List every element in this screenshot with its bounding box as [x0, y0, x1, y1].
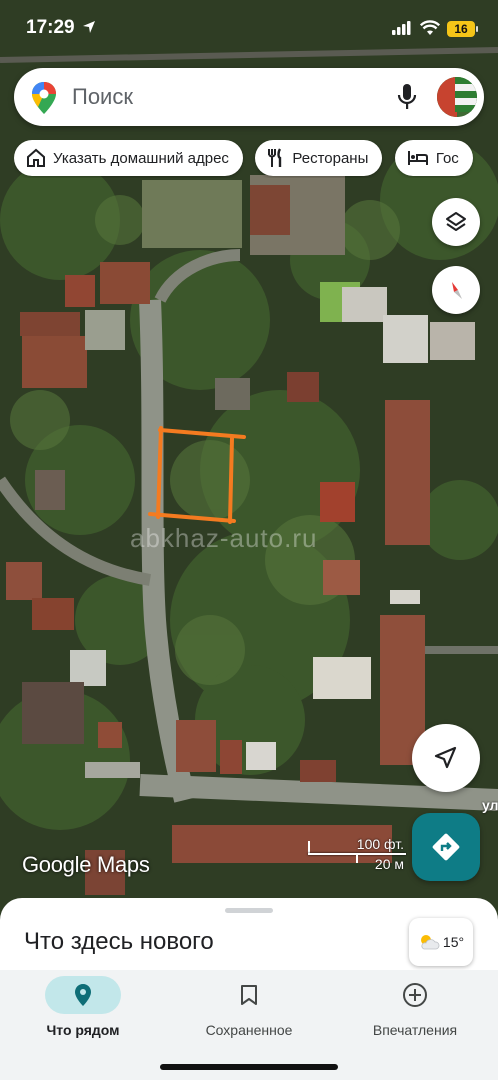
bed-icon	[407, 151, 428, 165]
nav-contribute[interactable]: Впечатления	[332, 970, 498, 1050]
chip-label: Гос	[435, 149, 459, 167]
nav-saved[interactable]: Сохраненное	[166, 970, 332, 1050]
directions-icon	[432, 833, 460, 861]
home-indicator[interactable]	[160, 1064, 338, 1070]
home-icon	[27, 148, 45, 167]
search-bar[interactable]: Поиск	[14, 68, 484, 126]
nav-label: Впечатления	[372, 1022, 458, 1038]
nav-label: Сохраненное	[205, 1022, 293, 1038]
sheet-handle[interactable]	[225, 908, 273, 913]
wifi-icon	[419, 20, 441, 41]
nav-pill	[45, 976, 121, 1014]
category-chips: Указать домашний адрес Рестораны Гос	[14, 140, 498, 178]
nav-pill	[211, 976, 287, 1014]
fork-knife-icon	[268, 148, 282, 167]
scale-tick	[356, 853, 358, 863]
google-maps-logo: Google Maps	[22, 852, 150, 877]
microphone-icon[interactable]	[397, 83, 417, 116]
nav-label: Что рядом	[46, 1022, 120, 1038]
status-bar: 17:29 16	[0, 0, 498, 60]
layers-icon	[446, 212, 466, 231]
avatar[interactable]	[437, 77, 477, 117]
battery-icon: 16	[447, 21, 478, 37]
compass-icon	[452, 282, 462, 299]
nav-explore[interactable]: Что рядом	[0, 970, 166, 1050]
weather-cloud-sun-icon	[420, 935, 440, 950]
chip-label: Рестораны	[292, 149, 369, 167]
scale-feet: 100 фт.	[356, 836, 404, 852]
my-location-button[interactable]	[412, 724, 480, 792]
signal-icon	[392, 21, 412, 40]
scale-bar: 100 фт. 20 м	[306, 836, 406, 876]
compass-button[interactable]	[432, 266, 480, 314]
chip-label: Указать домашний адрес	[53, 149, 229, 167]
maps-pin-icon	[32, 82, 56, 119]
sheet-title: Что здесь нового	[24, 928, 214, 955]
bookmark-icon	[241, 985, 257, 1005]
location-pin-icon	[75, 984, 91, 1006]
chip-restaurants[interactable]: Рестораны	[255, 140, 383, 176]
add-circle-icon	[403, 983, 427, 1007]
chip-hotels[interactable]: Гос	[394, 140, 473, 176]
directions-button[interactable]	[412, 813, 480, 881]
street-label: ул	[482, 797, 498, 813]
clock: 17:29	[26, 17, 75, 38]
location-arrow-icon	[82, 20, 96, 39]
weather-temp: 15°	[442, 934, 465, 950]
layers-button[interactable]	[432, 198, 480, 246]
weather-badge[interactable]: 15°	[409, 918, 473, 966]
search-input[interactable]: Поиск	[72, 84, 133, 110]
scale-meters: 20 м	[374, 856, 404, 872]
nav-pill	[377, 976, 453, 1014]
chip-home-address[interactable]: Указать домашний адрес	[14, 140, 243, 176]
navigation-arrow-icon	[434, 746, 457, 769]
watermark: abkhaz-auto.ru	[130, 523, 318, 553]
